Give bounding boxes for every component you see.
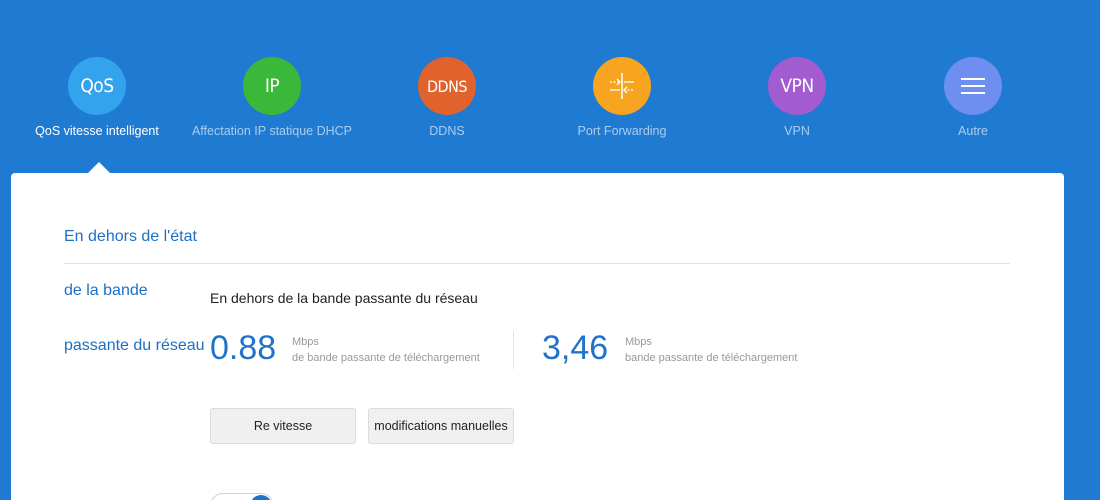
nav-label-port-forwarding: Port Forwarding [577,124,667,138]
divider [64,263,1010,264]
vpn-icon-text: VPN [780,75,814,97]
ip-icon-text: IP [264,75,280,97]
port-forwarding-icon [593,57,651,115]
section-title: En dehors de la bande passante du réseau [210,290,478,306]
upload-value: 3,46 [542,329,609,367]
stat-separator [513,331,514,369]
download-desc: de bande passante de téléchargement [292,352,480,364]
nav-item-ddns[interactable]: DDNS DDNS [359,57,535,138]
upload-unit: Mbps [625,336,652,348]
active-tab-pointer [88,162,110,173]
download-value: 0.88 [210,329,277,367]
side-title-line-1: En dehors de l'état [64,228,197,245]
nav-item-port-forwarding[interactable]: Port Forwarding [534,57,710,138]
download-unit: Mbps [292,336,319,348]
nav-label-qos: QoS vitesse intelligent [35,124,159,138]
nav-label-vpn: VPN [784,124,810,138]
vpn-icon: VPN [768,57,826,115]
side-title-line-3: passante du réseau [64,337,205,354]
retest-speed-button[interactable]: Re vitesse [210,408,356,444]
side-title-line-2: de la bande [64,282,148,299]
qos-icon-text: QoS [80,75,114,97]
qos-icon: QoS [68,57,126,115]
menu-icon [944,57,1002,115]
nav-label-ddns: DDNS [429,124,465,138]
nav-item-ip[interactable]: IP Affectation IP statique DHCP [184,57,360,138]
ddns-icon-text: DDNS [426,76,468,96]
upload-desc: bande passante de téléchargement [625,352,798,364]
manual-modifications-button[interactable]: modifications manuelles [368,408,514,444]
ddns-icon: DDNS [418,57,476,115]
nav-item-vpn[interactable]: VPN VPN [709,57,885,138]
qos-panel: En dehors de l'état de la bande passante… [11,173,1064,500]
ip-icon: IP [243,57,301,115]
nav-label-autre: Autre [958,124,988,138]
nav-item-qos[interactable]: QoS QoS vitesse intelligent [9,57,185,138]
nav-item-autre[interactable]: Autre [885,57,1061,138]
nav-label-ip: Affectation IP statique DHCP [191,124,353,138]
toggle-knob [250,495,272,500]
feature-nav: QoS QoS vitesse intelligent IP Affectati… [0,0,1100,175]
qos-toggle[interactable] [210,493,274,500]
